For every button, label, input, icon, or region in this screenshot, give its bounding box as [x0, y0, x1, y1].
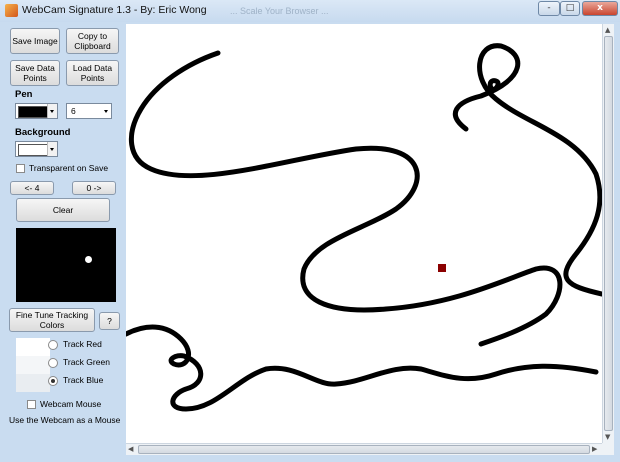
background-color-swatch — [18, 144, 48, 156]
background-window-title: ... Scale Your Browser ... — [230, 6, 329, 16]
transparent-on-save-label: Transparent on Save — [29, 163, 109, 173]
pen-size-value: 6 — [71, 106, 76, 116]
help-button[interactable]: ? — [99, 312, 120, 330]
track-green-radio[interactable] — [48, 358, 58, 368]
background-color-dropdown[interactable] — [15, 141, 58, 157]
signature-stroke — [452, 43, 605, 297]
minimize-button[interactable]: - — [538, 1, 560, 16]
scrollbar-corner — [602, 443, 614, 455]
next-button[interactable]: 0 -> — [72, 181, 116, 195]
track-green-color-box — [16, 356, 50, 374]
signature-canvas[interactable] — [123, 24, 605, 443]
scroll-right-icon[interactable]: ▶ — [592, 444, 597, 454]
maximize-button[interactable]: □ — [560, 1, 580, 16]
track-blue-radio[interactable] — [48, 376, 58, 386]
control-panel: Save Image Copy to Clipboard Save Data P… — [6, 24, 120, 454]
track-blue-color-box — [16, 374, 50, 392]
pen-size-dropdown[interactable]: 6 — [66, 103, 112, 119]
track-red-radio[interactable] — [48, 340, 58, 350]
signature-stroke — [487, 78, 501, 93]
title-bar[interactable]: WebCam Signature 1.3 - By: Eric Wong ...… — [0, 0, 620, 22]
pen-color-swatch — [18, 106, 48, 118]
signature-stroke — [123, 324, 599, 412]
fine-tune-tracking-colors-button[interactable]: Fine Tune Tracking Colors — [9, 308, 95, 332]
load-data-points-button[interactable]: Load Data Points — [66, 60, 119, 86]
clear-button[interactable]: Clear — [16, 198, 110, 222]
vertical-scroll-thumb[interactable] — [604, 36, 613, 431]
background-label: Background — [15, 127, 71, 138]
copy-to-clipboard-button[interactable]: Copy to Clipboard — [66, 28, 119, 54]
track-blue-label: Track Blue — [63, 375, 104, 385]
webcam-preview — [16, 228, 116, 302]
track-red-label: Track Red — [63, 339, 102, 349]
track-red-color-box — [16, 338, 50, 356]
vertical-scrollbar[interactable]: ▲ ▼ — [602, 24, 614, 443]
webcam-mouse-checkbox[interactable] — [27, 400, 36, 409]
webcam-mouse-hint: Use the Webcam as a Mouse — [9, 415, 121, 425]
horizontal-scrollbar[interactable]: ◀ ▶ — [126, 443, 602, 455]
save-image-button[interactable]: Save Image — [10, 28, 60, 54]
cursor-marker — [438, 264, 446, 272]
chevron-down-icon — [47, 142, 57, 156]
save-data-points-button[interactable]: Save Data Points — [10, 60, 60, 86]
chevron-down-icon — [102, 104, 111, 118]
horizontal-scroll-thumb[interactable] — [138, 445, 590, 454]
webcam-mouse-label: Webcam Mouse — [40, 399, 102, 409]
pen-label: Pen — [15, 89, 33, 100]
transparent-on-save-checkbox[interactable] — [16, 164, 25, 173]
scroll-down-icon[interactable]: ▼ — [605, 432, 610, 442]
app-icon — [5, 4, 18, 17]
track-green-label: Track Green — [63, 357, 110, 367]
chevron-down-icon — [47, 104, 57, 118]
close-button[interactable]: x — [582, 1, 618, 16]
window-title: WebCam Signature 1.3 - By: Eric Wong — [22, 4, 207, 16]
scroll-left-icon[interactable]: ◀ — [128, 444, 133, 454]
previous-button[interactable]: <- 4 — [10, 181, 54, 195]
signature-drawing — [123, 43, 605, 412]
app-window: WebCam Signature 1.3 - By: Eric Wong ...… — [0, 0, 620, 462]
scroll-up-icon[interactable]: ▲ — [605, 25, 610, 35]
tracked-point — [85, 256, 92, 263]
pen-color-dropdown[interactable] — [15, 103, 58, 119]
